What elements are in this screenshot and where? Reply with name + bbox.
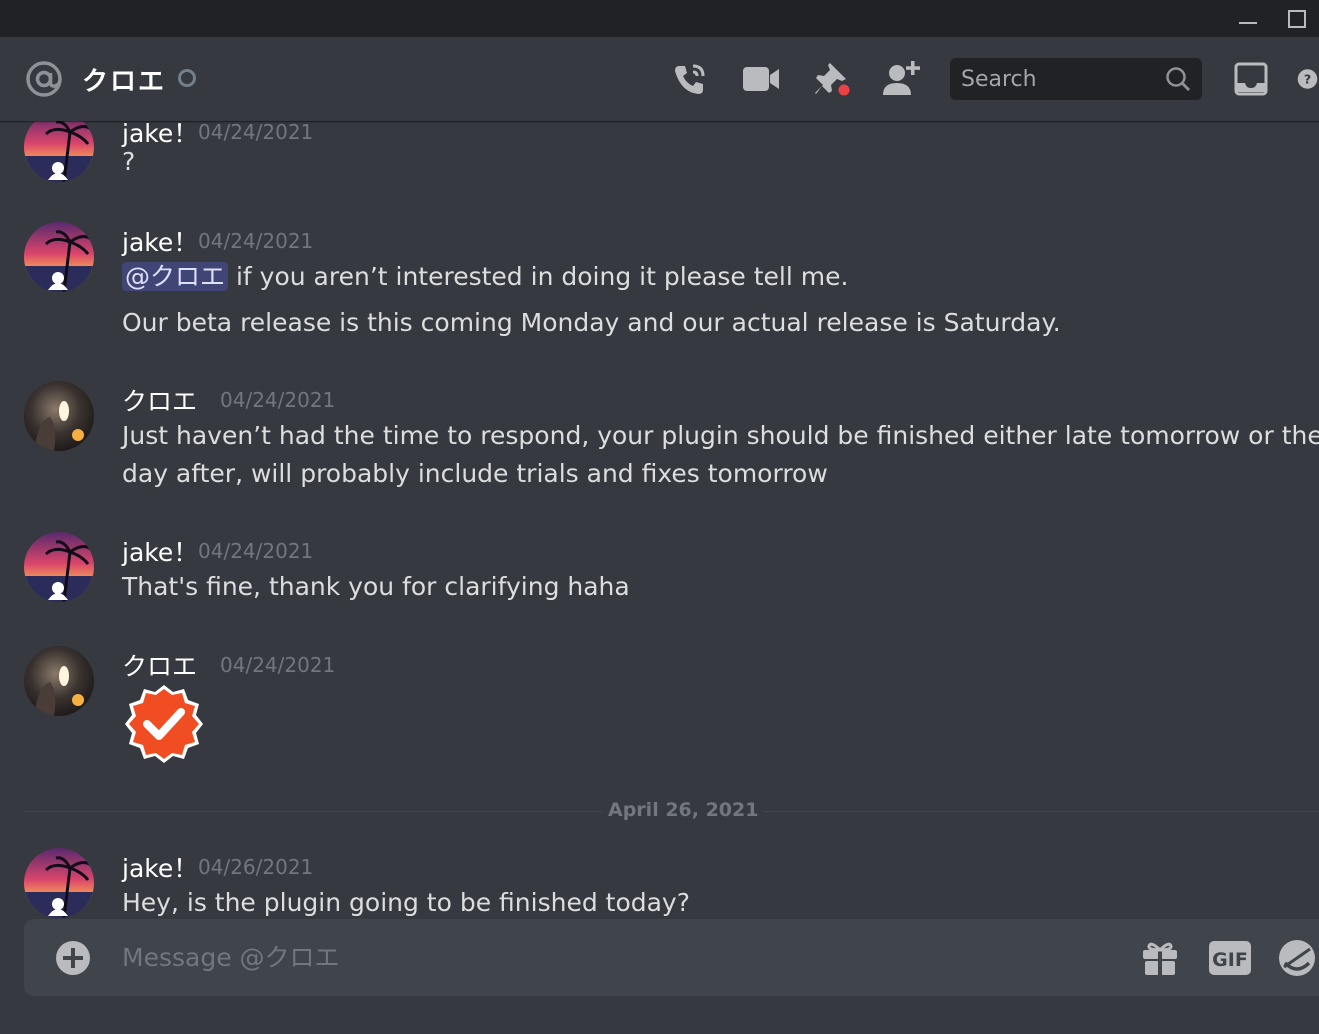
verified-check-emoji[interactable] <box>124 683 204 763</box>
minimize-icon <box>1239 21 1257 24</box>
message-timestamp: 04/24/2021 <box>198 229 314 253</box>
gift-icon <box>1143 942 1177 975</box>
gift-button[interactable] <box>1137 935 1183 981</box>
avatar-kuroe[interactable] <box>24 381 94 451</box>
user-mention[interactable]: @クロエ <box>122 262 229 291</box>
help-button[interactable]: ? <box>1296 57 1319 101</box>
maximize-icon <box>1288 9 1306 28</box>
at-icon <box>26 61 62 97</box>
help-icon: ? <box>1297 69 1318 89</box>
status-icon <box>178 69 196 87</box>
plus-icon[interactable] <box>54 939 92 977</box>
search-box[interactable] <box>950 58 1202 100</box>
minimize-button[interactable] <box>1226 0 1270 37</box>
message-text: ? <box>122 147 136 176</box>
message-text: Our beta release is this coming Monday a… <box>122 308 1061 337</box>
message-input[interactable] <box>122 931 1102 983</box>
date-divider-label: April 26, 2021 <box>602 799 765 821</box>
maximize-button[interactable] <box>1275 0 1319 37</box>
gif-button[interactable]: GIF <box>1207 935 1253 981</box>
pinned-messages-button[interactable] <box>810 57 854 101</box>
window-titlebar <box>0 0 1319 37</box>
message-author[interactable]: クロエ <box>122 647 197 683</box>
gif-label: GIF <box>1212 949 1248 971</box>
message-text: Just haven’t had the time to respond, yo… <box>122 421 1319 450</box>
message-list: jake！ 04/24/2021 ? jake！ 04/24/2021 @クロエ… <box>0 121 1319 918</box>
message-timestamp: 04/24/2021 <box>198 539 314 563</box>
message-author[interactable]: jake！ <box>122 533 198 569</box>
message-item: jake！ 04/24/2021 That's fine, thank you … <box>0 531 1319 611</box>
avatar-jake[interactable] <box>24 121 94 182</box>
avatar-kuroe[interactable] <box>24 646 94 716</box>
emoji-button[interactable] <box>1276 935 1319 981</box>
emoji-icon <box>1279 940 1315 976</box>
channel-name: クロエ <box>82 67 167 97</box>
message-author[interactable]: jake！ <box>122 849 198 885</box>
message-item: クロエ 04/24/2021 Just haven’t had the time… <box>0 380 1319 500</box>
message-item: jake！ 04/26/2021 Hey, is the plugin goin… <box>0 847 1319 918</box>
message-timestamp: 04/26/2021 <box>198 855 314 879</box>
call-button[interactable] <box>668 57 712 101</box>
video-icon <box>743 67 779 91</box>
message-text: day after, will probably include trials … <box>122 459 828 488</box>
message-timestamp: 04/24/2021 <box>220 653 336 677</box>
gif-icon: GIF <box>1209 941 1251 975</box>
avatar-jake[interactable] <box>24 532 94 602</box>
message-item: クロエ 04/24/2021 <box>0 645 1319 775</box>
search-input[interactable] <box>950 58 1161 100</box>
message-item: jake！ 04/24/2021 ? <box>0 121 1319 192</box>
pin-icon <box>815 63 852 98</box>
message-text: @クロエ if you aren’t interested in doing i… <box>122 258 848 296</box>
message-timestamp: 04/24/2021 <box>220 388 336 412</box>
svg-text:?: ? <box>1304 72 1311 87</box>
search-icon <box>1166 67 1190 91</box>
message-text: Hey, is the plugin going to be finished … <box>122 888 690 917</box>
message-text: That's fine, thank you for clarifying ha… <box>122 572 630 601</box>
message-item: jake！ 04/24/2021 @クロエ if you aren’t inte… <box>0 221 1319 361</box>
inbox-button[interactable] <box>1229 57 1273 101</box>
message-text-part: if you aren’t interested in doing it ple… <box>235 262 849 291</box>
message-composer: GIF <box>24 919 1319 996</box>
avatar-jake[interactable] <box>24 222 94 292</box>
message-author[interactable]: jake！ <box>122 223 198 259</box>
add-friend-to-dm-button[interactable] <box>880 57 924 101</box>
inbox-icon <box>1234 62 1268 96</box>
add-friend-icon <box>883 61 920 95</box>
video-call-button[interactable] <box>739 57 783 101</box>
channel-header: クロエ Search ? <box>0 37 1319 121</box>
message-author[interactable]: クロエ <box>122 382 197 418</box>
call-icon <box>675 64 705 94</box>
avatar-jake[interactable] <box>24 848 94 918</box>
message-timestamp: 04/24/2021 <box>198 121 314 144</box>
